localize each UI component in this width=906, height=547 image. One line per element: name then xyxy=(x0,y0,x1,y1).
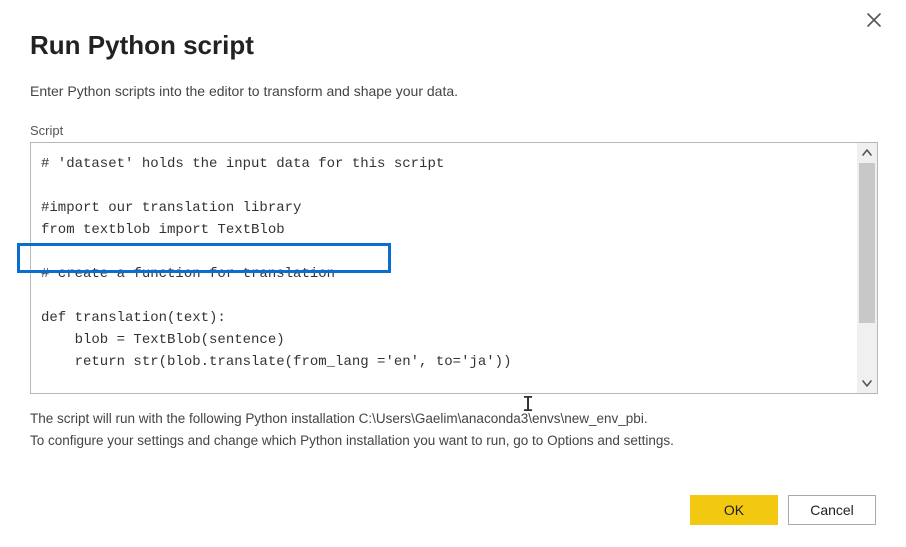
dialog-buttons: OK Cancel xyxy=(690,495,876,525)
dialog-title: Run Python script xyxy=(30,30,876,61)
code-line: #import our translation library xyxy=(41,200,301,216)
code-line: blob = TextBlob(sentence) xyxy=(41,332,285,348)
scrollbar-thumb[interactable] xyxy=(859,163,875,323)
code-line: # 'dataset' holds the input data for thi… xyxy=(41,156,444,172)
script-editor[interactable]: # 'dataset' holds the input data for thi… xyxy=(30,142,878,394)
code-line: from textblob import TextBlob xyxy=(41,222,285,238)
python-installation-path: The script will run with the following P… xyxy=(30,408,876,430)
ok-button[interactable]: OK xyxy=(690,495,778,525)
run-python-script-dialog: Run Python script Enter Python scripts i… xyxy=(0,0,906,547)
code-line: def translation(text): xyxy=(41,310,226,326)
code-line: # create a function for translation xyxy=(41,266,335,282)
footer-info: The script will run with the following P… xyxy=(30,408,876,452)
scroll-up-arrow-icon[interactable] xyxy=(857,143,877,163)
cancel-button[interactable]: Cancel xyxy=(788,495,876,525)
code-line: return str(blob.translate(from_lang ='en… xyxy=(41,354,511,370)
dialog-subtitle: Enter Python scripts into the editor to … xyxy=(30,83,876,99)
script-editor-content[interactable]: # 'dataset' holds the input data for thi… xyxy=(31,143,857,393)
script-field-label: Script xyxy=(30,123,876,138)
scroll-down-arrow-icon[interactable] xyxy=(857,373,877,393)
scrollbar-track[interactable] xyxy=(857,143,877,393)
close-icon[interactable] xyxy=(862,12,886,36)
settings-hint: To configure your settings and change wh… xyxy=(30,430,876,452)
